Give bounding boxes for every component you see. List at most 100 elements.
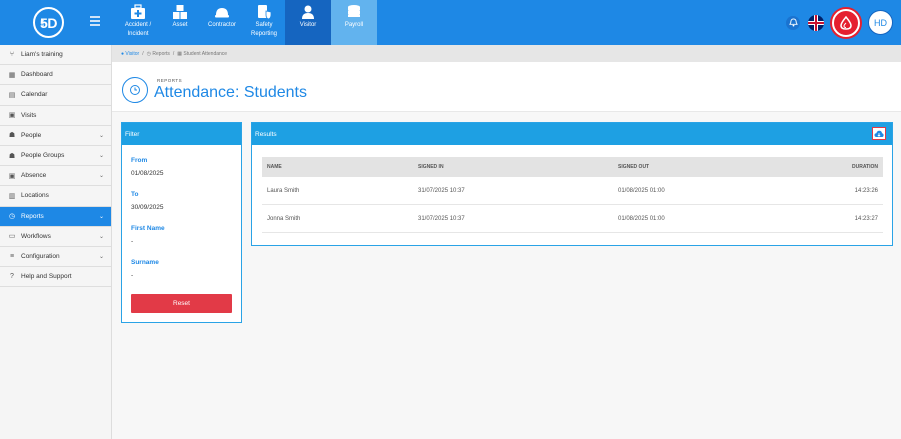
module-label: Accident / xyxy=(124,22,152,28)
boxes-icon xyxy=(173,5,187,19)
sidebar-item-dashboard[interactable]: ▦ Dashboard xyxy=(0,65,111,86)
from-label: From xyxy=(131,157,148,164)
cell-signed-in: 31/07/2025 10:37 xyxy=(418,215,465,222)
hard-hat-icon xyxy=(215,8,229,18)
to-label: To xyxy=(131,191,139,198)
people-groups-icon: ☗ xyxy=(8,152,16,160)
results-panel-title: Results xyxy=(252,123,892,145)
coins-icon xyxy=(348,5,360,17)
module-asset[interactable]: Asset xyxy=(159,0,201,45)
module-label: Payroll xyxy=(344,22,364,28)
chevron-down-icon: ⌄ xyxy=(98,173,104,180)
table-row[interactable]: Laura Smith 31/07/2025 10:37 01/08/2025 … xyxy=(262,177,883,205)
module-visitor[interactable]: Visitor xyxy=(285,0,331,45)
breadcrumb-reports-label: Reports xyxy=(152,50,170,57)
clock-icon xyxy=(122,77,148,103)
breadcrumb-student-attendance: ▦ Student Attendance xyxy=(177,50,228,57)
sidebar-item-help-and-support[interactable]: ? Help and Support xyxy=(0,267,111,288)
chevron-down-icon: ⌄ xyxy=(98,233,104,240)
user-avatar[interactable]: HD xyxy=(868,10,893,35)
sidebar-item-label: Absence xyxy=(21,172,47,180)
breadcrumb-reports[interactable]: ◷ Reports xyxy=(147,51,170,57)
module-payroll[interactable]: Payroll xyxy=(331,0,377,45)
sidebar-item-people-groups[interactable]: ☗ People Groups ⌄ xyxy=(0,146,111,167)
module-nav: Accident / Incident Asset Contractor Saf… xyxy=(117,0,377,45)
uk-flag-icon[interactable] xyxy=(808,14,824,31)
report-shield-icon xyxy=(258,5,272,20)
calendar-check-icon: ▣ xyxy=(8,112,16,120)
cell-name: Laura Smith xyxy=(267,187,300,194)
results-table: NAME SIGNED IN SIGNED OUT DURATION Laura… xyxy=(262,157,883,233)
filter-panel: Filter From 01/08/2025 To 30/09/2025 Fir… xyxy=(121,122,242,323)
notifications-bell-icon[interactable] xyxy=(786,15,800,30)
to-value: 30/09/2025 xyxy=(131,204,164,211)
breadcrumb-visitor-label: Visitor xyxy=(125,50,140,57)
module-contractor[interactable]: Contractor xyxy=(201,0,243,45)
module-safety-reporting[interactable]: Safety Reporting xyxy=(243,0,285,45)
people-icon: ☗ xyxy=(8,132,16,140)
sidebar-item-workflows[interactable]: ▭ Workflows ⌄ xyxy=(0,227,111,247)
building-icon: ▥ xyxy=(8,192,16,200)
branch-icon: ⑂ xyxy=(9,51,15,59)
column-header-name[interactable]: NAME xyxy=(267,164,282,170)
cell-duration: 14:23:26 xyxy=(854,187,878,194)
sidebar-item-label: Help and Support xyxy=(21,273,72,281)
sidebar-item-calendar[interactable]: ▤ Calendar xyxy=(0,85,111,106)
sidebar-item-absence[interactable]: ▣ Absence ⌄ xyxy=(0,166,111,187)
chevron-down-icon: ⌄ xyxy=(98,152,104,159)
sidebar-item-label: People xyxy=(21,131,42,139)
column-header-signed-in[interactable]: SIGNED IN xyxy=(418,164,444,170)
menu-toggle-icon[interactable] xyxy=(90,16,100,26)
module-accident-incident[interactable]: Accident / Incident xyxy=(117,0,159,45)
workflow-icon: ▭ xyxy=(8,233,16,241)
surname-label: Surname xyxy=(131,259,159,266)
header-actions: HD xyxy=(786,0,893,45)
reset-button[interactable]: Reset xyxy=(131,294,232,313)
chevron-down-icon: ⌄ xyxy=(98,213,104,220)
page-title: Attendance: Students xyxy=(154,84,307,101)
column-header-duration[interactable]: DURATION xyxy=(852,164,878,170)
breadcrumb-separator: / xyxy=(142,50,144,57)
module-label: Contractor xyxy=(207,22,236,28)
sidebar-item-liams-training[interactable]: ⑂ Liam's training xyxy=(0,45,111,66)
alert-drop-icon[interactable] xyxy=(832,8,860,37)
sidebar-item-label: Locations xyxy=(21,192,49,200)
sidebar-item-people[interactable]: ☗ People ⌄ xyxy=(0,126,111,146)
column-header-signed-out[interactable]: SIGNED OUT xyxy=(618,164,649,170)
sidebar-item-label: Configuration xyxy=(21,252,60,260)
module-label-2: Reporting xyxy=(250,31,277,37)
download-cloud-icon[interactable] xyxy=(872,127,886,140)
logo-area: STEP 5D xyxy=(0,0,112,45)
sidebar-item-visits[interactable]: ▣ Visits xyxy=(0,106,111,126)
sidebar-item-label: Visits xyxy=(21,111,37,119)
sliders-icon: ≡ xyxy=(9,252,15,260)
module-label: Safety xyxy=(255,22,273,28)
table-header: NAME SIGNED IN SIGNED OUT DURATION xyxy=(262,157,883,177)
first-aid-kit-icon xyxy=(131,4,145,19)
first-name-value: - xyxy=(131,238,134,245)
chevron-down-icon: ⌄ xyxy=(98,132,104,139)
page-header: REPORTS Attendance: Students xyxy=(112,62,901,112)
logo-small-text: STEP xyxy=(40,19,45,28)
module-label: Visitor xyxy=(299,22,317,28)
cell-signed-in: 31/07/2025 10:37 xyxy=(418,187,465,194)
main-content: ● Visitor / ◷ Reports / ▦ Student Attend… xyxy=(112,45,901,439)
absence-icon: ▣ xyxy=(8,172,16,180)
breadcrumb-visitor[interactable]: ● Visitor xyxy=(121,51,139,57)
app-logo[interactable]: STEP 5D xyxy=(33,7,64,38)
cell-duration: 14:23:27 xyxy=(854,215,878,222)
sidebar-item-reports[interactable]: ◷ Reports ⌄ xyxy=(0,206,111,227)
page-kicker: REPORTS xyxy=(157,78,183,83)
sidebar-item-configuration[interactable]: ≡ Configuration ⌄ xyxy=(0,247,111,268)
sidebar: ⑂ Liam's training ▦ Dashboard ▤ Calendar… xyxy=(0,45,112,439)
module-label-2: Incident xyxy=(127,31,149,37)
help-icon: ? xyxy=(10,273,14,281)
breadcrumb: ● Visitor / ◷ Reports / ▦ Student Attend… xyxy=(112,45,901,62)
grid-icon: ▦ xyxy=(8,71,16,79)
clock-icon: ◷ xyxy=(8,213,16,221)
sidebar-item-label: Liam's training xyxy=(21,51,63,59)
table-row[interactable]: Jonna Smith 31/07/2025 10:37 01/08/2025 … xyxy=(262,205,883,233)
person-icon xyxy=(302,5,314,19)
sidebar-item-locations[interactable]: ▥ Locations xyxy=(0,186,111,207)
sidebar-item-label: Reports xyxy=(21,212,44,220)
